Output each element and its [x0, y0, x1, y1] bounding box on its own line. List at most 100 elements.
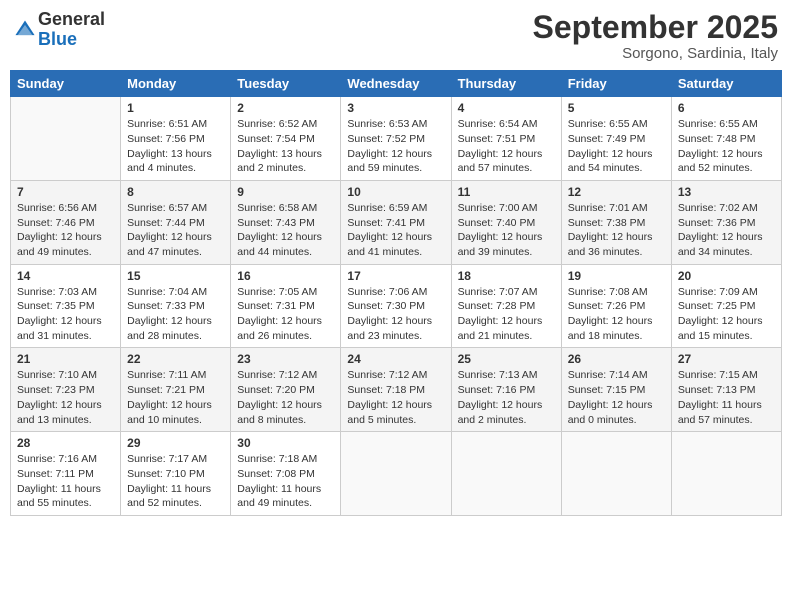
day-number: 9 — [237, 185, 334, 199]
calendar-cell: 3 Sunrise: 6:53 AMSunset: 7:52 PMDaylight… — [341, 97, 451, 181]
day-info: Sunrise: 7:06 AMSunset: 7:30 PMDaylight:… — [347, 285, 444, 344]
day-number: 28 — [17, 436, 114, 450]
logo: General Blue — [14, 10, 105, 50]
day-info: Sunrise: 6:56 AMSunset: 7:46 PMDaylight:… — [17, 201, 114, 260]
calendar-cell: 21Sunrise: 7:10 AMSunset: 7:23 PMDayligh… — [11, 348, 121, 432]
day-info: Sunrise: 7:11 AMSunset: 7:21 PMDaylight:… — [127, 368, 224, 427]
day-number: 23 — [237, 352, 334, 366]
calendar-cell: 19 Sunrise: 7:08 AMSunset: 7:26 PMDayligh… — [561, 264, 671, 348]
day-header-wednesday: Wednesday — [341, 71, 451, 97]
title-block: September 2025 Sorgono, Sardinia, Italy — [533, 10, 778, 62]
calendar-row: 28Sunrise: 7:16 AMSunset: 7:11 PMDayligh… — [11, 432, 782, 516]
calendar-cell: 4 Sunrise: 6:54 AMSunset: 7:51 PMDaylight… — [451, 97, 561, 181]
calendar-table: SundayMondayTuesdayWednesdayThursdayFrid… — [10, 70, 782, 516]
calendar-cell: 29 Sunrise: 7:17 AMSunset: 7:10 PMDayligh… — [121, 432, 231, 516]
day-number: 22 — [127, 352, 224, 366]
logo-icon — [14, 19, 36, 41]
day-info: Sunrise: 7:04 AMSunset: 7:33 PMDaylight:… — [127, 285, 224, 344]
day-info: Sunrise: 7:08 AMSunset: 7:26 PMDaylight:… — [568, 285, 665, 344]
day-number: 14 — [17, 269, 114, 283]
calendar-cell — [451, 432, 561, 516]
day-info: Sunrise: 6:51 AMSunset: 7:56 PMDaylight:… — [127, 117, 224, 176]
calendar-cell: 2 Sunrise: 6:52 AMSunset: 7:54 PMDaylight… — [231, 97, 341, 181]
day-header-monday: Monday — [121, 71, 231, 97]
calendar-cell: 26 Sunrise: 7:14 AMSunset: 7:15 PMDayligh… — [561, 348, 671, 432]
day-number: 3 — [347, 101, 444, 115]
day-info: Sunrise: 7:03 AMSunset: 7:35 PMDaylight:… — [17, 285, 114, 344]
day-info: Sunrise: 7:18 AMSunset: 7:08 PMDaylight:… — [237, 452, 334, 511]
day-number: 21 — [17, 352, 114, 366]
day-number: 29 — [127, 436, 224, 450]
day-info: Sunrise: 6:53 AMSunset: 7:52 PMDaylight:… — [347, 117, 444, 176]
day-info: Sunrise: 7:05 AMSunset: 7:31 PMDaylight:… — [237, 285, 334, 344]
day-info: Sunrise: 7:07 AMSunset: 7:28 PMDaylight:… — [458, 285, 555, 344]
day-number: 6 — [678, 101, 775, 115]
logo-general: General — [38, 9, 105, 29]
day-info: Sunrise: 7:09 AMSunset: 7:25 PMDaylight:… — [678, 285, 775, 344]
day-info: Sunrise: 7:01 AMSunset: 7:38 PMDaylight:… — [568, 201, 665, 260]
calendar-cell: 23 Sunrise: 7:12 AMSunset: 7:20 PMDayligh… — [231, 348, 341, 432]
day-number: 7 — [17, 185, 114, 199]
day-number: 26 — [568, 352, 665, 366]
calendar-cell: 18Sunrise: 7:07 AMSunset: 7:28 PMDayligh… — [451, 264, 561, 348]
logo-blue: Blue — [38, 29, 77, 49]
day-number: 20 — [678, 269, 775, 283]
day-info: Sunrise: 6:54 AMSunset: 7:51 PMDaylight:… — [458, 117, 555, 176]
calendar-cell: 11 Sunrise: 7:00 AMSunset: 7:40 PMDayligh… — [451, 180, 561, 264]
day-number: 17 — [347, 269, 444, 283]
calendar-row: 7 Sunrise: 6:56 AMSunset: 7:46 PMDaylight… — [11, 180, 782, 264]
day-number: 11 — [458, 185, 555, 199]
calendar-cell: 20 Sunrise: 7:09 AMSunset: 7:25 PMDayligh… — [671, 264, 781, 348]
day-info: Sunrise: 7:02 AMSunset: 7:36 PMDaylight:… — [678, 201, 775, 260]
day-info: Sunrise: 7:14 AMSunset: 7:15 PMDaylight:… — [568, 368, 665, 427]
day-info: Sunrise: 6:58 AMSunset: 7:43 PMDaylight:… — [237, 201, 334, 260]
calendar-cell: 8 Sunrise: 6:57 AMSunset: 7:44 PMDaylight… — [121, 180, 231, 264]
calendar-cell — [11, 97, 121, 181]
calendar-cell — [341, 432, 451, 516]
day-number: 2 — [237, 101, 334, 115]
day-info: Sunrise: 7:00 AMSunset: 7:40 PMDaylight:… — [458, 201, 555, 260]
month-title: September 2025 — [533, 10, 778, 45]
calendar-cell — [561, 432, 671, 516]
day-number: 1 — [127, 101, 224, 115]
calendar-cell: 13 Sunrise: 7:02 AMSunset: 7:36 PMDayligh… — [671, 180, 781, 264]
calendar-cell: 6 Sunrise: 6:55 AMSunset: 7:48 PMDaylight… — [671, 97, 781, 181]
day-info: Sunrise: 7:12 AMSunset: 7:18 PMDaylight:… — [347, 368, 444, 427]
day-number: 5 — [568, 101, 665, 115]
calendar-row: 14 Sunrise: 7:03 AMSunset: 7:35 PMDayligh… — [11, 264, 782, 348]
calendar-cell: 16Sunrise: 7:05 AMSunset: 7:31 PMDayligh… — [231, 264, 341, 348]
calendar-cell: 10Sunrise: 6:59 AMSunset: 7:41 PMDayligh… — [341, 180, 451, 264]
day-number: 8 — [127, 185, 224, 199]
day-number: 4 — [458, 101, 555, 115]
day-header-tuesday: Tuesday — [231, 71, 341, 97]
calendar-cell: 12 Sunrise: 7:01 AMSunset: 7:38 PMDayligh… — [561, 180, 671, 264]
day-header-thursday: Thursday — [451, 71, 561, 97]
calendar-cell: 17 Sunrise: 7:06 AMSunset: 7:30 PMDayligh… — [341, 264, 451, 348]
day-info: Sunrise: 7:13 AMSunset: 7:16 PMDaylight:… — [458, 368, 555, 427]
day-number: 19 — [568, 269, 665, 283]
calendar-row: 21Sunrise: 7:10 AMSunset: 7:23 PMDayligh… — [11, 348, 782, 432]
day-header-saturday: Saturday — [671, 71, 781, 97]
day-number: 12 — [568, 185, 665, 199]
day-number: 27 — [678, 352, 775, 366]
calendar-cell: 7 Sunrise: 6:56 AMSunset: 7:46 PMDaylight… — [11, 180, 121, 264]
day-number: 30 — [237, 436, 334, 450]
calendar-header-row: SundayMondayTuesdayWednesdayThursdayFrid… — [11, 71, 782, 97]
day-number: 13 — [678, 185, 775, 199]
calendar-cell: 24Sunrise: 7:12 AMSunset: 7:18 PMDayligh… — [341, 348, 451, 432]
day-number: 25 — [458, 352, 555, 366]
day-info: Sunrise: 6:55 AMSunset: 7:48 PMDaylight:… — [678, 117, 775, 176]
calendar-cell: 28Sunrise: 7:16 AMSunset: 7:11 PMDayligh… — [11, 432, 121, 516]
calendar-cell: 9 Sunrise: 6:58 AMSunset: 7:43 PMDaylight… — [231, 180, 341, 264]
calendar-cell: 1 Sunrise: 6:51 AMSunset: 7:56 PMDaylight… — [121, 97, 231, 181]
day-info: Sunrise: 7:12 AMSunset: 7:20 PMDaylight:… — [237, 368, 334, 427]
day-info: Sunrise: 6:57 AMSunset: 7:44 PMDaylight:… — [127, 201, 224, 260]
calendar-cell: 5 Sunrise: 6:55 AMSunset: 7:49 PMDaylight… — [561, 97, 671, 181]
day-info: Sunrise: 6:55 AMSunset: 7:49 PMDaylight:… — [568, 117, 665, 176]
calendar-cell: 22 Sunrise: 7:11 AMSunset: 7:21 PMDayligh… — [121, 348, 231, 432]
day-info: Sunrise: 7:17 AMSunset: 7:10 PMDaylight:… — [127, 452, 224, 511]
calendar-cell — [671, 432, 781, 516]
calendar-row: 1 Sunrise: 6:51 AMSunset: 7:56 PMDaylight… — [11, 97, 782, 181]
day-info: Sunrise: 6:52 AMSunset: 7:54 PMDaylight:… — [237, 117, 334, 176]
day-header-friday: Friday — [561, 71, 671, 97]
